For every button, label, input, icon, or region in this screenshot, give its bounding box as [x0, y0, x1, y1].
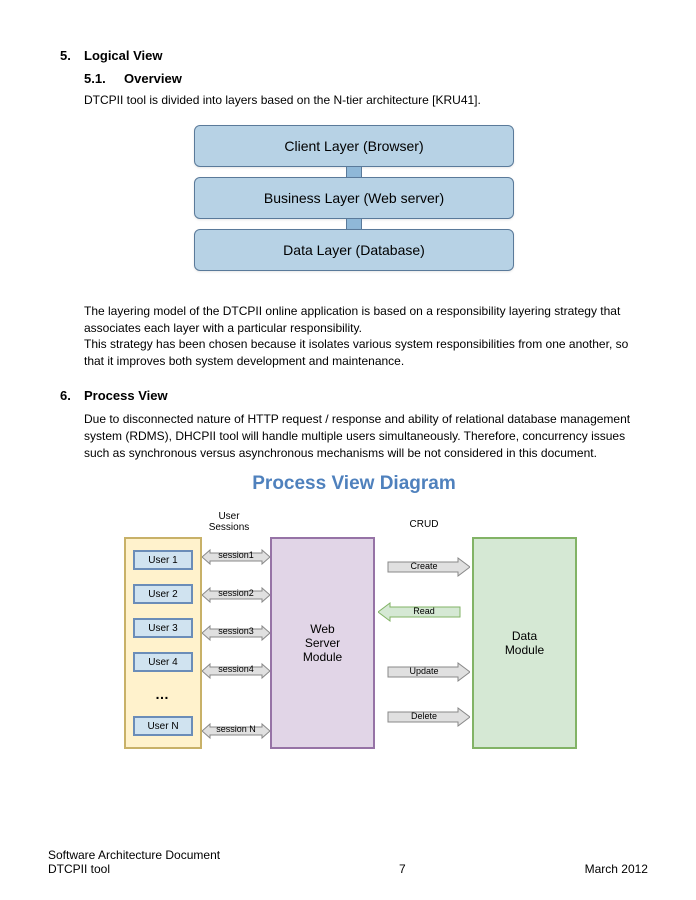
page-footer: Software Architecture Document DTCPII to… [48, 848, 648, 876]
footer-page: 7 [399, 862, 406, 876]
session-arrow: session4 [202, 661, 270, 681]
crud-label-text: Update [378, 666, 470, 676]
footer-tool: DTCPII tool [48, 862, 220, 876]
user-sessions-label: UserSessions [199, 511, 259, 533]
section6-title: Process View [84, 388, 168, 403]
session-label: session1 [202, 550, 270, 560]
session-arrow: session1 [202, 547, 270, 567]
user-box: User 2 [133, 584, 193, 604]
business-layer-box: Business Layer (Web server) [194, 177, 514, 219]
crud-label-text: Delete [378, 711, 470, 721]
section5-title: Logical View [84, 48, 163, 63]
section6-para: Due to disconnected nature of HTTP reque… [84, 411, 648, 461]
footer-left: Software Architecture Document DTCPII to… [48, 848, 220, 876]
session-arrow: session3 [202, 623, 270, 643]
crud-arrow-create: Create [378, 557, 470, 577]
session-label: session2 [202, 588, 270, 598]
user-ellipsis: … [155, 686, 171, 702]
crud-arrow-update: Update [378, 662, 470, 682]
user-box: User 4 [133, 652, 193, 672]
crud-arrow-read: Read [378, 602, 470, 622]
section6-heading: 6.Process View [60, 388, 648, 403]
section5-1-number: 5.1. [84, 71, 124, 86]
user-box: User 3 [133, 618, 193, 638]
user-column: User 1 User 2 User 3 User 4 … User N [124, 537, 202, 749]
data-module: DataModule [472, 537, 577, 749]
section5-heading: 5.Logical View [60, 48, 648, 63]
data-layer-box: Data Layer (Database) [194, 229, 514, 271]
footer-doc: Software Architecture Document [48, 848, 220, 862]
crud-label-text: Read [378, 606, 470, 616]
session-label: session3 [202, 626, 270, 636]
crud-label: CRUD [394, 519, 454, 530]
section5-para1: The layering model of the DTCPII online … [84, 303, 648, 337]
section5-number: 5. [60, 48, 84, 63]
section5-1-title: Overview [124, 71, 182, 86]
web-server-module: WebServerModule [270, 537, 375, 749]
session-arrow: session2 [202, 585, 270, 605]
crud-label-text: Create [378, 561, 470, 571]
layer-connector [346, 166, 362, 178]
session-arrow: session N [202, 721, 270, 741]
process-view-title: Process View Diagram [60, 473, 648, 495]
section6-number: 6. [60, 388, 84, 403]
session-label: session4 [202, 664, 270, 674]
session-label: session N [202, 724, 270, 734]
user-box: User N [133, 716, 193, 736]
process-view-diagram: UserSessions CRUD User 1 User 2 User 3 U… [84, 499, 624, 769]
layer-diagram: Client Layer (Browser) Business Layer (W… [194, 125, 514, 271]
layer-connector [346, 218, 362, 230]
user-box: User 1 [133, 550, 193, 570]
section5-1-heading: 5.1.Overview [84, 71, 648, 86]
footer-date: March 2012 [585, 862, 648, 876]
document-page: 5.Logical View 5.1.Overview DTCPII tool … [0, 0, 696, 900]
section5-intro: DTCPII tool is divided into layers based… [84, 92, 648, 109]
crud-arrow-delete: Delete [378, 707, 470, 727]
section5-para2: This strategy has been chosen because it… [84, 336, 648, 370]
client-layer-box: Client Layer (Browser) [194, 125, 514, 167]
